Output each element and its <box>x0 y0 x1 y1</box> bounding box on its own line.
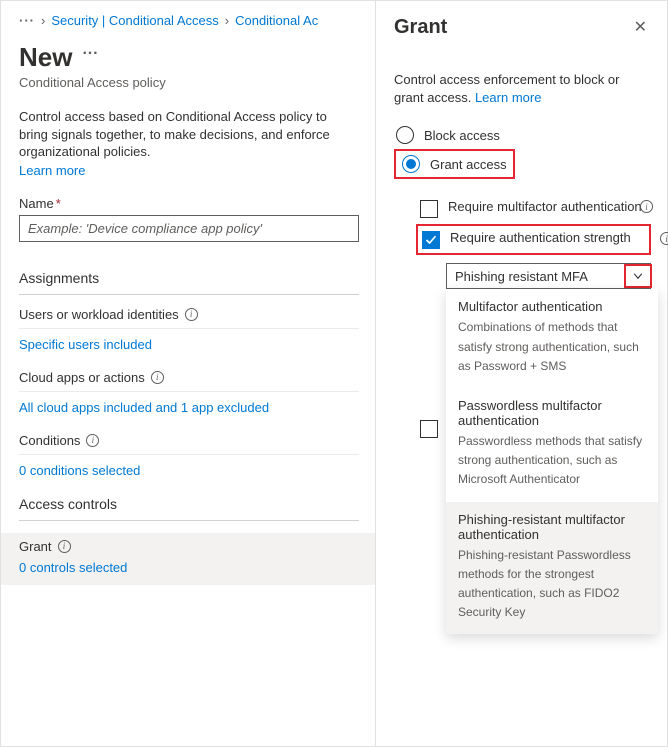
dropdown-item-passwordless[interactable]: Passwordless multifactor authentication … <box>446 388 658 502</box>
checkbox-icon <box>420 420 438 438</box>
page-subtitle: Conditional Access policy <box>19 75 359 90</box>
auth-strength-dropdown-menu: Multifactor authentication Combinations … <box>446 289 658 634</box>
radio-grant-access[interactable]: Grant access <box>400 153 509 175</box>
breadcrumb-security[interactable]: Security | Conditional Access <box>51 13 218 28</box>
breadcrumb: ··· › Security | Conditional Access › Co… <box>19 13 359 28</box>
users-link[interactable]: Specific users included <box>19 337 359 352</box>
auth-strength-dropdown[interactable]: Phishing resistant MFA <box>446 263 651 289</box>
chevron-down-icon[interactable] <box>624 264 652 288</box>
users-label: Users or workload identities <box>19 307 179 322</box>
apps-label: Cloud apps or actions <box>19 370 145 385</box>
page-title: New <box>19 42 72 73</box>
block-access-label: Block access <box>424 128 500 143</box>
apps-link[interactable]: All cloud apps included and 1 app exclud… <box>19 400 359 415</box>
require-auth-strength-label: Require authentication strength <box>450 230 643 247</box>
breadcrumb-conditional-access[interactable]: Conditional Ac <box>235 13 318 28</box>
learn-more-link[interactable]: Learn more <box>19 163 85 178</box>
checkbox-require-mfa[interactable]: Require multifactor authentication i <box>420 195 651 222</box>
info-icon[interactable]: i <box>151 371 164 384</box>
require-mfa-label: Require multifactor authentication <box>448 199 651 216</box>
assignments-heading: Assignments <box>19 270 359 295</box>
chevron-right-icon: › <box>41 13 45 28</box>
info-icon[interactable]: i <box>660 232 668 245</box>
checkbox-icon <box>422 231 440 249</box>
info-icon[interactable]: i <box>640 200 653 213</box>
page-description: Control access based on Conditional Acce… <box>19 108 359 161</box>
panel-description: Control access enforcement to block or g… <box>394 71 651 107</box>
checkbox-icon <box>420 200 438 218</box>
main-panel: ··· › Security | Conditional Access › Co… <box>1 1 377 746</box>
more-actions-icon[interactable]: ··· <box>82 45 98 63</box>
dropdown-value: Phishing resistant MFA <box>447 269 624 284</box>
checkbox-require-auth-strength[interactable]: Require authentication strength i <box>416 224 651 255</box>
radio-icon <box>402 155 420 173</box>
name-label: Name* <box>19 196 359 211</box>
grant-access-label: Grant access <box>430 157 507 172</box>
dropdown-item-phishing-resistant[interactable]: Phishing-resistant multifactor authentic… <box>446 502 658 635</box>
grant-row-selected[interactable]: Grant i 0 controls selected <box>1 533 377 585</box>
policy-name-input[interactable] <box>19 215 359 242</box>
info-icon[interactable]: i <box>86 434 99 447</box>
info-icon[interactable]: i <box>58 540 71 553</box>
grant-link[interactable]: 0 controls selected <box>19 560 359 575</box>
grant-panel: Grant ✕ Control access enforcement to bl… <box>375 1 667 746</box>
breadcrumb-overflow[interactable]: ··· <box>19 13 35 28</box>
grant-label: Grant <box>19 539 52 554</box>
conditions-link[interactable]: 0 conditions selected <box>19 463 359 478</box>
access-controls-heading: Access controls <box>19 496 359 521</box>
apps-row[interactable]: Cloud apps or actions i <box>19 370 359 392</box>
users-row[interactable]: Users or workload identities i <box>19 307 359 329</box>
panel-title: Grant <box>394 16 447 39</box>
dropdown-item-mfa[interactable]: Multifactor authentication Combinations … <box>446 289 658 388</box>
radio-icon <box>396 126 414 144</box>
chevron-right-icon: › <box>225 13 229 28</box>
conditions-label: Conditions <box>19 433 80 448</box>
panel-learn-more[interactable]: Learn more <box>475 90 541 105</box>
conditions-row[interactable]: Conditions i <box>19 433 359 455</box>
radio-block-access[interactable]: Block access <box>394 121 651 149</box>
close-icon[interactable]: ✕ <box>630 13 651 41</box>
info-icon[interactable]: i <box>185 308 198 321</box>
